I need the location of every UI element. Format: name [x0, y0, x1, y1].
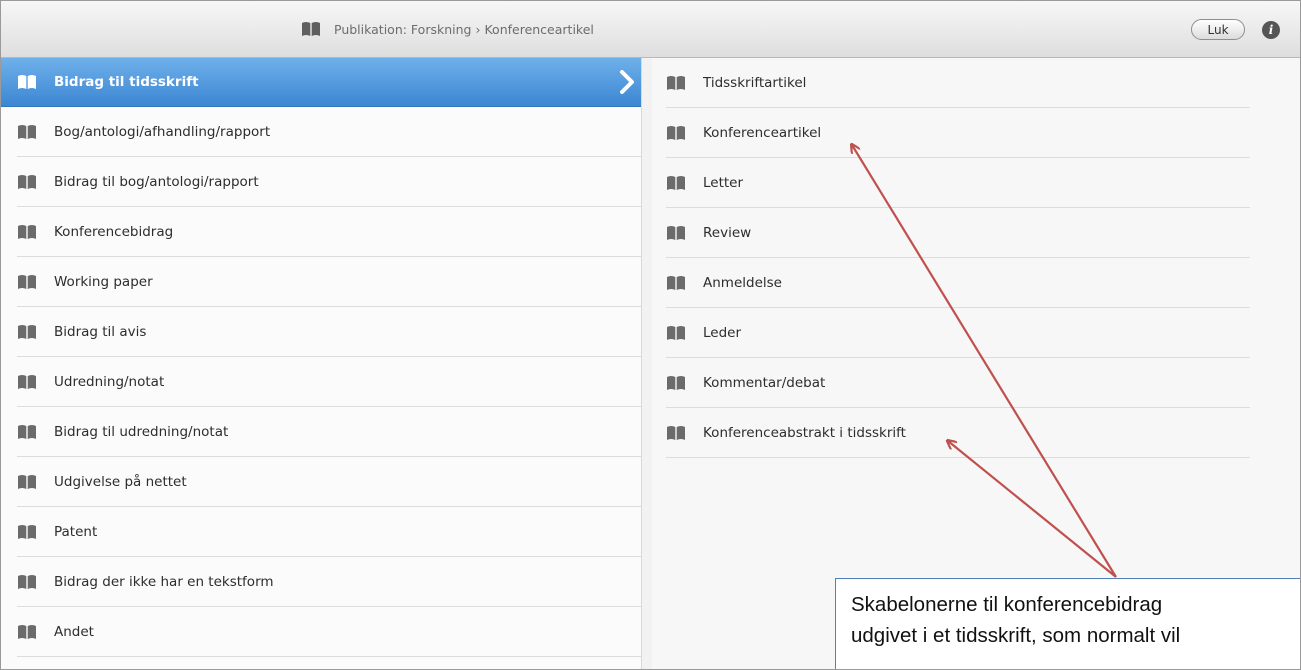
subtype-label: Letter	[703, 174, 744, 191]
category-label: Working paper	[54, 273, 153, 290]
breadcrumb-root: Publikation: Forskning	[334, 21, 472, 37]
annotation-callout: Skabelonerne til konferencebidrag udgive…	[835, 578, 1300, 669]
info-icon[interactable]: i	[1262, 21, 1280, 39]
book-icon	[17, 324, 37, 340]
book-icon	[17, 124, 37, 140]
book-icon	[17, 274, 37, 290]
book-icon	[666, 75, 686, 91]
subtype-label: Tidsskriftartikel	[703, 74, 807, 91]
subtype-label: Konferenceabstrakt i tidsskrift	[703, 424, 906, 441]
subtype-item[interactable]: Kommentar/debat	[666, 358, 1250, 408]
breadcrumb-current: Konferenceartikel	[484, 21, 594, 37]
category-item[interactable]: Bidrag der ikke har en tekstform	[17, 557, 641, 607]
category-label: Bidrag der ikke har en tekstform	[54, 573, 274, 590]
subtype-label: Anmeldelse	[703, 274, 782, 291]
category-label: Bidrag til bog/antologi/rapport	[54, 173, 259, 190]
category-label: Bidrag til tidsskrift	[54, 74, 199, 90]
breadcrumb: Publikation: Forskning › Konferenceartik…	[301, 1, 594, 57]
book-icon	[17, 574, 37, 590]
book-icon	[17, 174, 37, 190]
category-item[interactable]: Bidrag til avis	[17, 307, 641, 357]
category-item[interactable]: Udgivelse på nettet	[17, 457, 641, 507]
book-icon	[17, 424, 37, 440]
book-icon	[17, 474, 37, 490]
subtype-label: Leder	[703, 324, 742, 341]
book-icon	[17, 374, 37, 390]
annotation-line: Skabelonerne til konferencebidrag	[851, 593, 1163, 616]
book-icon	[666, 375, 686, 391]
chevron-right-icon	[620, 70, 634, 94]
subtype-item[interactable]: Konferenceabstrakt i tidsskrift	[666, 408, 1250, 458]
category-label: Andet	[54, 623, 94, 640]
book-icon	[666, 325, 686, 341]
category-label: Udgivelse på nettet	[54, 473, 187, 490]
category-item[interactable]: Udredning/notat	[17, 357, 641, 407]
book-icon	[17, 74, 37, 90]
book-icon	[17, 624, 37, 640]
book-icon	[17, 524, 37, 540]
category-label: Konferencebidrag	[54, 223, 174, 240]
category-item[interactable]: Andet	[17, 607, 641, 657]
breadcrumb-separator: ›	[475, 21, 481, 37]
book-icon	[666, 275, 686, 291]
subtype-item[interactable]: Konferenceartikel	[666, 108, 1250, 158]
category-item[interactable]: Bog/antologi/afhandling/rapport	[17, 107, 641, 157]
publication-category-list: Bidrag til tidsskrift Bog/antologi/afhan…	[1, 58, 652, 669]
book-icon	[666, 225, 686, 241]
subtype-item[interactable]: Letter	[666, 158, 1250, 208]
category-item-bidrag-til-tidsskrift[interactable]: Bidrag til tidsskrift	[1, 58, 641, 107]
subtype-label: Kommentar/debat	[703, 374, 826, 391]
category-label: Bidrag til udredning/notat	[54, 423, 229, 440]
close-button[interactable]: Luk	[1191, 19, 1245, 40]
dialog-header: Publikation: Forskning › Konferenceartik…	[1, 1, 1300, 58]
subtype-label: Review	[703, 224, 752, 241]
category-item[interactable]: Patent	[17, 507, 641, 557]
subtype-item[interactable]: Tidsskriftartikel	[666, 58, 1250, 108]
category-item[interactable]: Konferencebidrag	[17, 207, 641, 257]
book-icon	[17, 224, 37, 240]
subtype-item[interactable]: Review	[666, 208, 1250, 258]
book-icon	[666, 125, 686, 141]
category-label: Bidrag til avis	[54, 323, 147, 340]
subtype-item[interactable]: Anmeldelse	[666, 258, 1250, 308]
annotation-line: udgivet i et tidsskrift, som normalt vil	[851, 624, 1181, 647]
category-label: Patent	[54, 523, 98, 540]
subtype-label: Konferenceartikel	[703, 124, 822, 141]
subtype-item[interactable]: Leder	[666, 308, 1250, 358]
category-label: Udredning/notat	[54, 373, 165, 390]
book-icon	[301, 18, 321, 40]
category-item[interactable]: Bidrag til udredning/notat	[17, 407, 641, 457]
book-icon	[666, 175, 686, 191]
category-label: Bog/antologi/afhandling/rapport	[54, 123, 271, 140]
category-item[interactable]: Working paper	[17, 257, 641, 307]
category-item[interactable]: Bidrag til bog/antologi/rapport	[17, 157, 641, 207]
book-icon	[666, 425, 686, 441]
publication-type-dialog: Publikation: Forskning › Konferenceartik…	[0, 0, 1301, 670]
